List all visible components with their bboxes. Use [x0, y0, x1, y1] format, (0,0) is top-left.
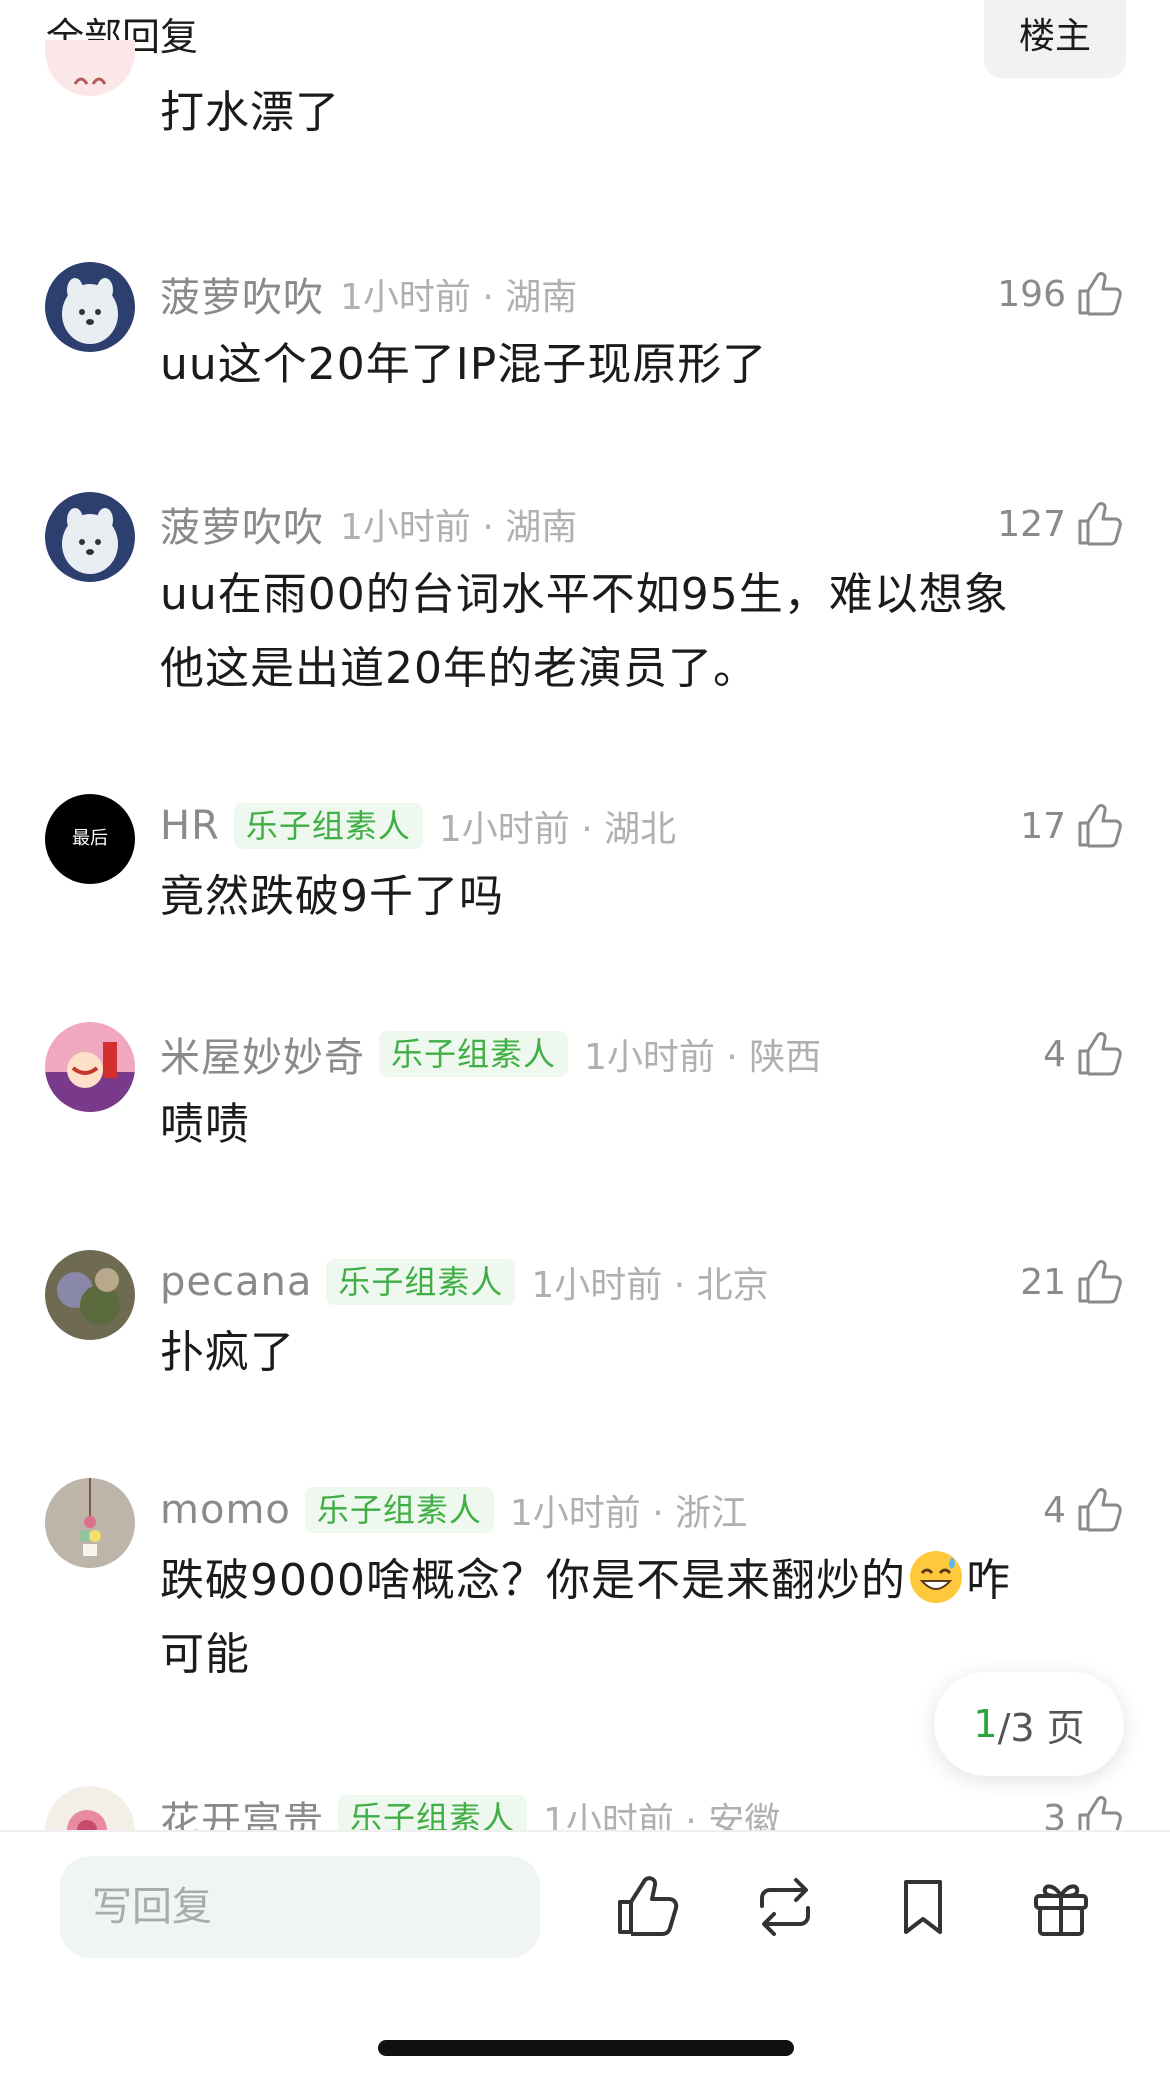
comment-text: 打水漂了: [160, 87, 340, 138]
username[interactable]: 菠萝吹吹: [160, 265, 324, 323]
page-indicator[interactable]: 1/3 页: [934, 1672, 1124, 1776]
avatar[interactable]: [45, 40, 135, 96]
top-bar: 全部回复 楼主: [0, 0, 1170, 80]
like-button[interactable]: 17: [1020, 798, 1124, 854]
avatar[interactable]: [45, 1478, 135, 1568]
comment-header: 花开富贵 乐子组素人 1小时前 · 安徽: [160, 1790, 780, 1830]
avatar[interactable]: [45, 262, 135, 352]
group-badge: 乐子组素人: [304, 1487, 494, 1533]
group-badge: 乐子组素人: [233, 803, 423, 849]
like-button[interactable]: 4: [1043, 1026, 1124, 1082]
like-count: 4: [1043, 1489, 1066, 1531]
comment-header: HR 乐子组素人 1小时前 · 湖北: [160, 798, 676, 854]
comment-text: uu在雨00的台词水平不如95生，难以想象 他这是出道20年的老演员了。: [160, 558, 1110, 706]
repost-icon[interactable]: [750, 1872, 820, 1942]
username[interactable]: momo: [160, 1487, 291, 1533]
thumbs-up-icon: [1078, 1488, 1122, 1532]
comment-text-line: uu在雨00的台词水平不如95生，难以想象: [160, 569, 1009, 620]
total-pages: /3 页: [997, 1705, 1085, 1750]
avatar[interactable]: 最后: [45, 794, 135, 884]
gift-icon[interactable]: [1026, 1872, 1096, 1942]
thumbs-up-icon[interactable]: [612, 1872, 682, 1942]
avatar[interactable]: [45, 1250, 135, 1340]
home-indicator: [378, 2040, 794, 2056]
group-badge: 乐子组素人: [326, 1259, 516, 1305]
group-badge: 乐子组素人: [338, 1795, 528, 1830]
like-count: 127: [997, 503, 1066, 545]
like-button[interactable]: 127: [997, 496, 1124, 552]
comment-item: 花开富贵 乐子组素人 1小时前 · 安徽 3: [0, 1786, 1170, 1830]
comment-meta: 1小时前 · 安徽: [543, 1801, 781, 1830]
comment-text: 啧啧: [160, 1099, 250, 1150]
op-only-filter-button[interactable]: 楼主: [984, 0, 1126, 78]
comment-text: 跌破9000啥概念？你是不是来翻炒的咋 可能: [160, 1544, 1110, 1692]
reply-placeholder: 写回复: [92, 1884, 212, 1930]
comment-meta: 1小时前 · 北京: [531, 1265, 769, 1306]
thumbs-up-icon: [1078, 1032, 1122, 1076]
comment-text-segment: 咋: [965, 1555, 1011, 1606]
bookmark-icon[interactable]: [888, 1872, 958, 1942]
avatar[interactable]: [45, 1022, 135, 1112]
comment-header: momo 乐子组素人 1小时前 · 浙江: [160, 1482, 747, 1538]
grinning-sweat-emoji-icon: [909, 1551, 962, 1603]
like-button[interactable]: 4: [1043, 1482, 1124, 1538]
bottom-action-bar: 写回复: [0, 1830, 1170, 2077]
reply-input[interactable]: 写回复: [60, 1856, 540, 1958]
comment-meta: 1小时前 · 湖南: [340, 507, 578, 548]
avatar[interactable]: [45, 492, 135, 582]
comment-header: 米屋妙妙奇 乐子组素人 1小时前 · 陕西: [160, 1026, 821, 1082]
current-page: 1: [973, 1702, 998, 1746]
username[interactable]: HR: [160, 803, 220, 849]
username[interactable]: 花开富贵: [160, 1789, 324, 1830]
comment-header: 菠萝吹吹 1小时前 · 湖南: [160, 266, 577, 322]
comment-meta: 1小时前 · 湖北: [438, 809, 677, 850]
like-count: 196: [997, 273, 1066, 315]
like-count: 21: [1020, 1261, 1066, 1303]
thumbs-up-icon: [1078, 804, 1122, 848]
thumbs-up-icon: [1078, 502, 1122, 546]
like-button[interactable]: 196: [997, 266, 1124, 322]
comment-text: 竟然跌破9千了吗: [160, 871, 504, 922]
like-count: 3: [1043, 1797, 1066, 1831]
comment-text: 扑疯了: [160, 1327, 295, 1378]
comment-meta: 1小时前 · 湖南: [340, 277, 578, 318]
comment-header: pecana 乐子组素人 1小时前 · 北京: [160, 1254, 769, 1310]
like-count: 17: [1020, 805, 1066, 847]
comment-meta: 1小时前 · 浙江: [509, 1493, 748, 1534]
like-button[interactable]: 21: [1020, 1254, 1124, 1310]
username[interactable]: 米屋妙妙奇: [160, 1025, 365, 1083]
comment-meta: 1小时前 · 陕西: [584, 1037, 822, 1078]
comment-text-line: 他这是出道20年的老演员了。: [160, 643, 758, 694]
username[interactable]: pecana: [160, 1259, 312, 1305]
comment-text-line: 跌破9000啥概念？你是不是来翻炒的 咋: [160, 1544, 1110, 1618]
thumbs-up-icon: [1078, 1260, 1122, 1304]
avatar-text: 最后: [72, 828, 108, 849]
like-button[interactable]: 3: [1043, 1790, 1124, 1830]
thumbs-up-icon: [1078, 1796, 1122, 1830]
comment-header: 菠萝吹吹 1小时前 · 湖南: [160, 496, 577, 552]
comment-text: uu这个20年了IP混子现原形了: [160, 339, 768, 390]
group-badge: 乐子组素人: [379, 1031, 569, 1077]
thumbs-up-icon: [1078, 272, 1122, 316]
avatar[interactable]: [45, 1786, 135, 1830]
like-count: 4: [1043, 1033, 1066, 1075]
comment-text-segment: 跌破9000啥概念？你是不是来翻炒的: [160, 1555, 906, 1606]
username[interactable]: 菠萝吹吹: [160, 495, 324, 553]
